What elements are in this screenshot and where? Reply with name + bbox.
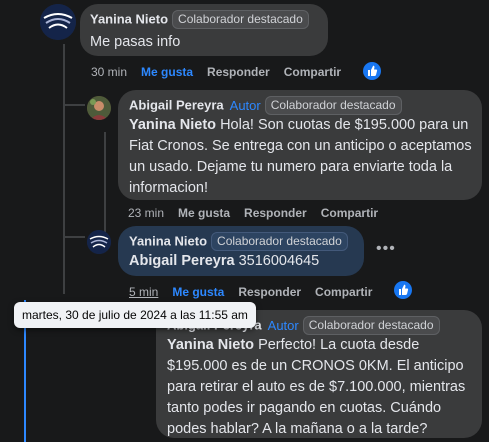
comment-author[interactable]: Yanina Nieto bbox=[90, 12, 168, 27]
comment-bubble-highlighted: Yanina Nieto Colaborador destacado Abigai… bbox=[118, 226, 364, 276]
comment-actions: 23 min Me gusta Responder Compartir bbox=[128, 206, 392, 220]
comment-actions: 30 min Me gusta Responder Compartir bbox=[91, 65, 355, 79]
share-button[interactable]: Compartir bbox=[321, 206, 378, 220]
comment-time[interactable]: 23 min bbox=[128, 206, 164, 220]
author-badge: Autor bbox=[267, 318, 299, 333]
mention-link[interactable]: Yanina Nieto bbox=[167, 337, 254, 353]
comment-author[interactable]: Yanina Nieto bbox=[129, 234, 207, 249]
comment-time[interactable]: 5 min bbox=[129, 285, 158, 299]
comment-bubble: Yanina Nieto Colaborador destacado Me pas… bbox=[80, 4, 328, 56]
reply-button[interactable]: Responder bbox=[244, 206, 307, 220]
like-button[interactable]: Me gusta bbox=[172, 285, 224, 299]
thread-line-branch bbox=[63, 236, 85, 238]
comment-time[interactable]: 30 min bbox=[91, 65, 127, 79]
contributor-badge: Colaborador destacado bbox=[211, 232, 348, 251]
comment-actions: 5 min Me gusta Responder Compartir bbox=[129, 285, 386, 299]
reply-button[interactable]: Responder bbox=[207, 65, 270, 79]
like-button[interactable]: Me gusta bbox=[178, 206, 230, 220]
contributor-badge: Colaborador destacado bbox=[264, 96, 402, 115]
comment-author[interactable]: Abigail Pereyra bbox=[129, 98, 224, 113]
avatar[interactable] bbox=[87, 96, 111, 120]
like-button[interactable]: Me gusta bbox=[141, 65, 193, 79]
share-button[interactable]: Compartir bbox=[284, 65, 341, 79]
share-button[interactable]: Compartir bbox=[315, 285, 372, 299]
contributor-badge: Colaborador destacado bbox=[172, 10, 309, 29]
thread-line-sub bbox=[104, 132, 106, 232]
contributor-badge: Colaborador destacado bbox=[302, 316, 440, 335]
comment-text: Me pasas info bbox=[90, 34, 181, 50]
thumbs-up-icon[interactable] bbox=[394, 281, 412, 299]
mention-link[interactable]: Abigail Pereyra bbox=[129, 253, 235, 269]
comment-bubble: Abigail PereyraAutorColaborador destacad… bbox=[156, 310, 482, 438]
thumbs-up-icon[interactable] bbox=[363, 62, 381, 80]
thread-line bbox=[63, 44, 65, 294]
timestamp-tooltip: martes, 30 de julio de 2024 a las 11:55 … bbox=[14, 302, 256, 328]
comment-bubble: Abigail Pereyra AutorColaborador destacad… bbox=[118, 90, 482, 200]
more-options-icon[interactable]: ••• bbox=[376, 240, 396, 258]
thread-line-branch bbox=[63, 104, 85, 106]
avatar[interactable] bbox=[87, 230, 111, 254]
author-badge: Autor bbox=[229, 98, 261, 113]
comment-text: 3516004645 bbox=[238, 253, 320, 269]
mention-link[interactable]: Yanina Nieto bbox=[129, 117, 216, 133]
reply-button[interactable]: Responder bbox=[238, 285, 301, 299]
avatar[interactable] bbox=[40, 4, 76, 40]
